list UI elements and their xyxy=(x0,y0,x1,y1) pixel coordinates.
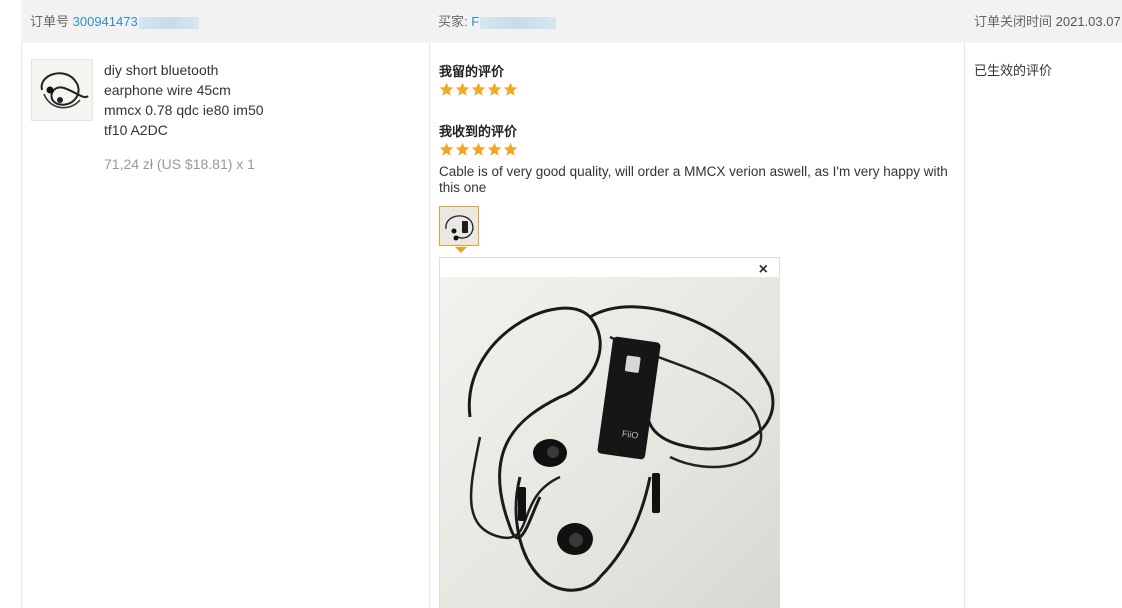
received-review-heading: 我收到的评价 xyxy=(439,124,518,139)
star-icon xyxy=(503,82,518,96)
buyer-name-link[interactable]: F xyxy=(471,14,479,29)
product-thumbnail[interactable] xyxy=(31,59,93,121)
product-title-line: mmcx 0.78 qdc ie80 im50 xyxy=(104,102,264,118)
cable-image xyxy=(32,60,92,120)
review-photo-thumb-image xyxy=(440,207,478,245)
order-number: 订单号 300941473 xyxy=(30,11,199,30)
buyer: 买家: F xyxy=(438,11,557,30)
redacted-blur xyxy=(480,16,557,29)
column-divider xyxy=(964,43,965,608)
earphones-photo: FiiO xyxy=(440,277,780,608)
product-title-line: tf10 A2DC xyxy=(104,122,168,138)
star-icon xyxy=(487,142,502,156)
product-title-line: earphone wire 45cm xyxy=(104,82,231,98)
star-icon xyxy=(439,142,454,156)
closed-time-value: 2021.03.07 xyxy=(1055,14,1121,29)
product-title[interactable]: diy short bluetooth earphone wire 45cm m… xyxy=(104,60,294,140)
star-icon xyxy=(439,82,454,96)
my-review-rating xyxy=(439,82,518,97)
order-number-link[interactable]: 300941473 xyxy=(73,14,138,29)
review-status: 已生效的评价 xyxy=(974,63,1053,78)
star-icon xyxy=(455,82,470,96)
selected-caret xyxy=(455,247,467,253)
my-review-heading: 我留的评价 xyxy=(439,64,505,79)
column-divider xyxy=(429,43,430,608)
star-icon xyxy=(455,142,470,156)
order-header: 订单号 300941473 买家: F 订单关闭时间 2021.03.07 xyxy=(21,0,1122,43)
order-closed-time: 订单关闭时间 2021.03.07 xyxy=(974,11,1121,30)
star-icon xyxy=(471,142,486,156)
buyer-label: 买家: xyxy=(438,14,468,29)
received-review-rating xyxy=(439,142,518,157)
product-title-line: diy short bluetooth xyxy=(104,62,219,78)
closed-time-label: 订单关闭时间 xyxy=(974,14,1053,29)
star-icon xyxy=(471,82,486,96)
review-text: Cable is of very good quality, will orde… xyxy=(439,164,948,195)
star-icon xyxy=(487,82,502,96)
column-divider xyxy=(21,43,22,608)
redacted-blur xyxy=(138,16,199,29)
order-number-label: 订单号 xyxy=(30,14,70,29)
review-photo-thumbnail[interactable] xyxy=(439,206,479,246)
photo-preview: × FiiO xyxy=(439,257,780,608)
product-price: 71,24 zł (US $18.81) x 1 xyxy=(104,156,255,172)
review-photo: FiiO xyxy=(440,277,780,608)
star-icon xyxy=(503,142,518,156)
